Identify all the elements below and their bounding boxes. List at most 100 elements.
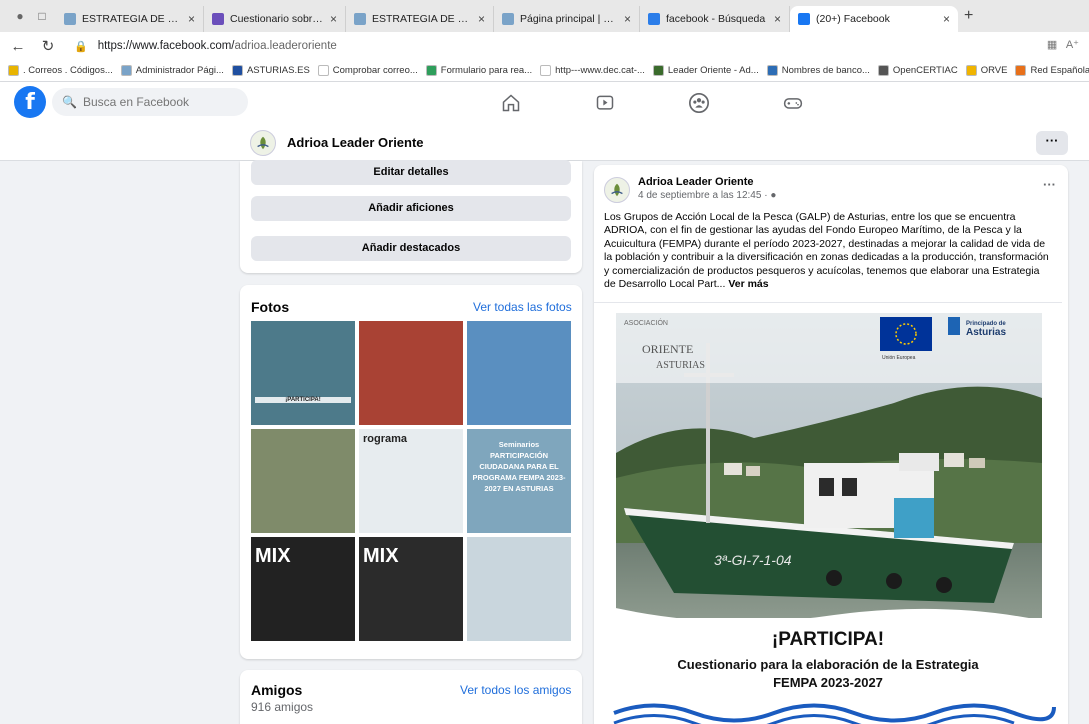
bookmark-item[interactable]: Leader Oriente - Ad... xyxy=(652,65,759,76)
photo-caption: rograma xyxy=(363,433,408,445)
add-hobbies-button[interactable]: Añadir aficiones xyxy=(251,196,571,221)
bookmark-item[interactable]: OpenCERTIAC xyxy=(877,65,958,76)
post-author[interactable]: Adrioa Leader Oriente xyxy=(638,176,754,188)
photo-thumbnail[interactable] xyxy=(359,321,463,425)
page-avatar[interactable] xyxy=(250,130,276,156)
reader-mode-icon[interactable]: ▦ A⁺ xyxy=(1047,38,1079,51)
add-featured-button[interactable]: Añadir destacados xyxy=(251,236,571,261)
tab-close-icon[interactable]: × xyxy=(624,12,631,26)
bookmark-icon xyxy=(965,65,977,76)
bookmark-label: OpenCERTIAC xyxy=(892,65,958,76)
reload-icon[interactable]: ↻ xyxy=(36,37,60,55)
tab-actions-icon[interactable]: □ xyxy=(34,8,50,24)
bookmark-icon xyxy=(120,65,132,76)
tab-close-icon[interactable]: × xyxy=(478,12,485,26)
bookmark-item[interactable]: Nombres de banco... xyxy=(766,65,870,76)
video-icon[interactable] xyxy=(592,90,618,116)
browser-tab[interactable]: facebook - Búsqueda × xyxy=(640,6,790,32)
facebook-top-nav: f 🔍 xyxy=(0,82,1089,123)
browser-tab-strip: ● □ ESTRATEGIA DE DESARROLLO LO×Cuestion… xyxy=(0,0,1089,32)
photos-title: Fotos xyxy=(251,299,290,315)
photos-grid: ¡PARTICIPA! rograma Seminarios PARTICIPACI… xyxy=(251,321,571,641)
gaming-icon[interactable] xyxy=(780,90,806,116)
post-timestamp[interactable]: 4 de septiembre a las 12:45 · ● xyxy=(638,190,776,201)
photo-thumbnail[interactable] xyxy=(467,321,571,425)
tab-label: ESTRATEGIA DE DESARROLLO LO xyxy=(372,13,472,25)
bookmark-item[interactable]: . Correos . Códigos... xyxy=(8,65,113,76)
tab-close-icon[interactable]: × xyxy=(188,12,195,26)
bookmarks-bar: . Correos . Códigos... Administrador Pági… xyxy=(0,60,1089,82)
photo-thumbnail[interactable]: MIX xyxy=(251,537,355,641)
url-field[interactable]: 🔒 https://www.facebook.com/adrioa.leader… xyxy=(74,40,337,53)
bookmark-icon xyxy=(231,65,243,76)
bookmark-item[interactable]: ASTURIAS.ES xyxy=(231,65,310,76)
bookmark-label: Nombres de banco... xyxy=(781,65,870,76)
facebook-search-box[interactable]: 🔍 xyxy=(52,88,248,116)
post-author-avatar[interactable] xyxy=(604,177,630,203)
browser-tab[interactable]: Cuestionario sobre la ESTRATEGI × xyxy=(204,6,346,32)
post-image[interactable]: 3ª-GI-7-1-04 ASOCIACIÓN ORIENTE ASTURIAS… xyxy=(594,302,1062,724)
tab-favicon-icon xyxy=(798,13,810,25)
tab-close-icon[interactable]: × xyxy=(943,12,950,26)
bookmark-icon xyxy=(877,65,889,76)
tab-label: Cuestionario sobre la ESTRATEGI xyxy=(230,13,324,25)
photo-thumbnail[interactable]: MIX xyxy=(359,537,463,641)
browser-tab[interactable]: ESTRATEGIA DE DESARROLLO LO × xyxy=(56,6,204,32)
photo-thumbnail[interactable]: Seminarios PARTICIPACIÓN CIUDADANA PARA … xyxy=(467,429,571,533)
page-header-bar: Adrioa Leader Oriente ··· xyxy=(0,123,1089,161)
photo-thumbnail[interactable]: rograma xyxy=(359,429,463,533)
new-tab-icon[interactable]: + xyxy=(964,7,973,25)
url-host: https://www.facebook.com/ xyxy=(97,40,235,52)
see-more-link[interactable]: Ver más xyxy=(728,278,768,290)
bookmark-label: Leader Oriente - Ad... xyxy=(667,65,759,76)
bookmark-item[interactable]: Formulario para rea... xyxy=(425,65,532,76)
bookmark-label: Red Española de Iti... xyxy=(1030,65,1089,76)
see-all-friends-link[interactable]: Ver todos los amigos xyxy=(460,683,571,697)
photo-thumbnail[interactable] xyxy=(467,537,571,641)
edit-details-button[interactable]: Editar detalles xyxy=(251,160,571,185)
org-label-mid: ORIENTE xyxy=(642,342,693,356)
groups-icon[interactable] xyxy=(686,90,712,116)
profile-icon[interactable]: ● xyxy=(12,8,28,24)
facebook-logo[interactable]: f xyxy=(14,86,46,118)
org-label-top: ASOCIACIÓN xyxy=(624,318,668,327)
eu-label: Unión Europea xyxy=(882,355,916,361)
tab-close-icon[interactable]: × xyxy=(330,12,337,26)
bookmark-item[interactable]: Comprobar correo... xyxy=(317,65,418,76)
back-icon[interactable]: ← xyxy=(6,38,30,55)
tab-favicon-icon xyxy=(354,13,366,25)
tab-label: ESTRATEGIA DE DESARROLLO LO xyxy=(82,13,182,25)
page-more-button[interactable]: ··· xyxy=(1036,131,1068,155)
friends-count: 916 amigos xyxy=(251,700,314,714)
post-card: Adrioa Leader Oriente 4 de septiembre a … xyxy=(594,165,1068,724)
lock-icon: 🔒 xyxy=(74,40,88,53)
bookmark-label: http---www.dec.cat-... xyxy=(555,65,645,76)
see-all-photos-link[interactable]: Ver todas las fotos xyxy=(473,300,572,314)
bookmark-item[interactable]: Administrador Pági... xyxy=(120,65,224,76)
browser-tab[interactable]: ESTRATEGIA DE DESARROLLO LO × xyxy=(346,6,494,32)
bookmark-icon xyxy=(540,65,552,76)
photo-caption: MIX xyxy=(363,545,399,567)
tab-label: (20+) Facebook xyxy=(816,13,890,25)
search-input[interactable] xyxy=(82,95,233,109)
photo-thumbnail[interactable]: ¡PARTICIPA! xyxy=(251,321,355,425)
browser-tab[interactable]: Página principal | GDR Oriente de × xyxy=(494,6,640,32)
photo-caption: MIX xyxy=(255,545,291,567)
photo-caption: Seminarios PARTICIPACIÓN CIUDADANA PARA … xyxy=(472,440,566,493)
post-options-button[interactable]: ··· xyxy=(1043,177,1056,192)
photo-thumbnail[interactable] xyxy=(251,429,355,533)
tab-favicon-icon xyxy=(502,13,514,25)
org-label-bottom: ASTURIAS xyxy=(656,360,705,371)
browser-tab[interactable]: (20+) Facebook × xyxy=(790,6,958,32)
tab-favicon-icon xyxy=(648,13,660,25)
tab-close-icon[interactable]: × xyxy=(774,12,781,26)
bookmark-item[interactable]: Red Española de Iti... xyxy=(1015,65,1089,76)
post-text: Los Grupos de Acción Local de la Pesca (… xyxy=(604,211,1050,291)
page-name[interactable]: Adrioa Leader Oriente xyxy=(287,135,424,150)
bookmark-icon xyxy=(652,65,664,76)
bookmark-item[interactable]: http---www.dec.cat-... xyxy=(540,65,645,76)
boat-registration-text: 3ª-GI-7-1-04 xyxy=(714,552,792,568)
bookmark-icon xyxy=(425,65,437,76)
home-icon[interactable] xyxy=(498,90,524,116)
bookmark-item[interactable]: ORVE xyxy=(965,65,1007,76)
